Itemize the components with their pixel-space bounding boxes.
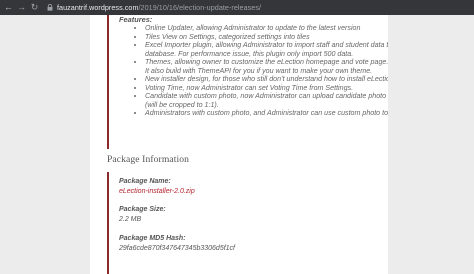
package-name-value: eLection-installer-2.0.zip [119, 188, 195, 195]
browser-toolbar: ← → ↻ fauzantrif.wordpress.com/2019/10/1… [0, 0, 474, 15]
package-info-blockquote: Package Name: eLection-installer-2.0.zip… [107, 172, 379, 274]
feature-item: Online Updater, allowing Administrator t… [145, 24, 383, 33]
feature-item: Voting Time, now Administrator can set V… [145, 84, 383, 93]
feature-item: Candidate with custom photo, now Adminis… [145, 92, 387, 109]
feature-item-line: Administrators with custom photo, and Ad… [145, 109, 388, 118]
reload-icon[interactable]: ↻ [28, 0, 41, 15]
feature-item-line: Tiles View on Settings, categorized sett… [145, 32, 310, 41]
features-blockquote: Features: Online Updater, allowing Admin… [107, 15, 388, 149]
feature-item-line: Online Updater, allowing Administrator t… [145, 24, 361, 32]
feature-item-line: Voting Time, now Administrator can set V… [145, 83, 354, 92]
feature-item: Excel Importer plugin, allowing Administ… [145, 41, 388, 58]
feature-item: Tiles View on Settings, categorized sett… [145, 33, 383, 42]
feature-item-line: New installer design, for those who stil… [145, 75, 388, 84]
package-size-value: 2.2 MB [119, 216, 142, 223]
feature-item-line: (will be cropped to 1:1). [145, 100, 219, 109]
feature-item-line: It also build with ThemeAPI for you if y… [145, 66, 373, 75]
features-list: Online Updater, allowing Administrator t… [109, 24, 388, 118]
address-bar[interactable]: fauzantrif.wordpress.com/2019/10/16/elec… [57, 3, 261, 12]
feature-item-line: Themes, allowing owner to customize the … [145, 58, 388, 67]
package-info-heading: Package Information [107, 154, 190, 165]
page-background-right [388, 15, 474, 274]
package-hash-label: Package MD5 Hash: [119, 235, 186, 242]
package-name-label: Package Name: [119, 178, 171, 185]
feature-item-line: Excel Importer plugin, allowing Administ… [145, 41, 388, 50]
feature-item: New installer design, for those who stil… [145, 75, 388, 84]
feature-item-line: database. For performance issue, this pl… [145, 49, 354, 58]
back-arrow-icon[interactable]: ← [2, 0, 15, 15]
article-content: Features: Online Updater, allowing Admin… [90, 15, 388, 274]
url-domain: fauzantrif.wordpress.com [57, 3, 139, 12]
feature-item: Administrators with custom photo, and Ad… [145, 109, 388, 118]
package-download-link[interactable]: eLection-installer-2.0.zip [119, 188, 195, 195]
package-hash-value: 29fa6cde870f347647345b3306d5f1cf [119, 245, 235, 252]
features-heading: Features: [119, 15, 153, 24]
page-background-left [0, 15, 90, 274]
lock-icon[interactable] [45, 0, 55, 15]
package-size-label: Package Size: [119, 206, 166, 213]
feature-item: Themes, allowing owner to customize the … [145, 58, 388, 75]
url-path: /2019/10/16/election-update-releases/ [138, 3, 262, 12]
forward-arrow-icon[interactable]: → [15, 0, 28, 15]
feature-item-line: Candidate with custom photo, now Adminis… [145, 92, 387, 101]
